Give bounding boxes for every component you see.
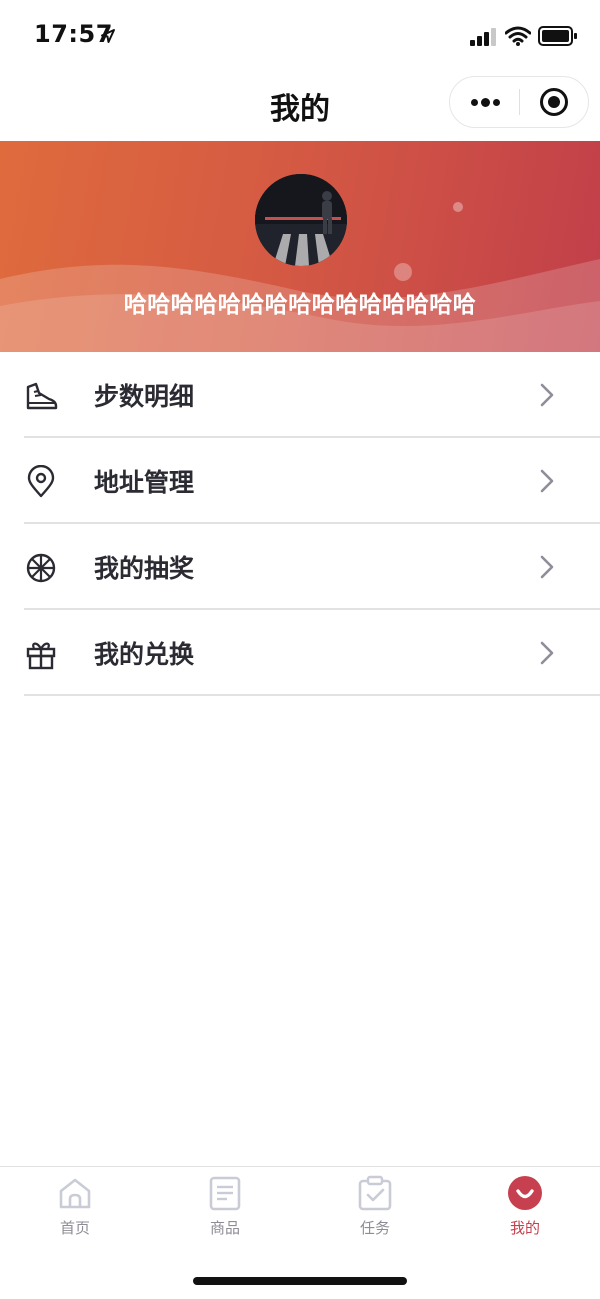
wifi-icon xyxy=(505,26,531,46)
menu-item-step-details[interactable]: 步数明细 xyxy=(24,352,600,438)
location-arrow-icon xyxy=(101,29,115,43)
chevron-right-icon xyxy=(540,469,554,493)
navigation-bar: 我的 xyxy=(0,72,600,140)
profile-page: 17:57 我的 哈哈哈哈哈哈哈哈哈哈哈哈哈哈哈 步数明细 地址管理 我的抽奖 … xyxy=(0,0,600,1299)
close-mini-program-button[interactable] xyxy=(520,77,588,127)
status-bar: 17:57 xyxy=(0,0,600,72)
menu-item-address-management[interactable]: 地址管理 xyxy=(24,438,600,524)
profile-menu: 步数明细 地址管理 我的抽奖 我的兑换 xyxy=(0,352,600,696)
tab-home[interactable]: 首页 xyxy=(0,1167,150,1257)
profile-banner: 哈哈哈哈哈哈哈哈哈哈哈哈哈哈哈 xyxy=(0,141,600,352)
home-indicator[interactable] xyxy=(193,1277,407,1285)
chevron-right-icon xyxy=(540,383,554,407)
avatar[interactable] xyxy=(255,174,347,266)
tab-label: 我的 xyxy=(509,1219,540,1237)
target-dot-icon xyxy=(548,96,560,108)
clipboard-check-icon xyxy=(358,1175,392,1211)
tab-label: 首页 xyxy=(59,1219,90,1237)
menu-item-my-lottery[interactable]: 我的抽奖 xyxy=(24,524,600,610)
tab-label: 商品 xyxy=(209,1219,240,1237)
cellular-signal-icon xyxy=(470,28,496,46)
tab-tasks[interactable]: 任务 xyxy=(300,1167,450,1257)
wheel-icon xyxy=(26,553,56,583)
tab-mine[interactable]: 我的 xyxy=(450,1167,600,1257)
user-nickname: 哈哈哈哈哈哈哈哈哈哈哈哈哈哈哈 xyxy=(123,292,477,318)
shoe-icon xyxy=(26,382,58,410)
chevron-right-icon xyxy=(540,641,554,665)
tab-products[interactable]: 商品 xyxy=(150,1167,300,1257)
mini-program-capsule xyxy=(449,76,589,128)
more-options-button[interactable] xyxy=(450,77,519,127)
menu-item-my-exchange[interactable]: 我的兑换 xyxy=(24,610,600,696)
home-icon xyxy=(59,1178,91,1209)
more-dot-icon xyxy=(493,99,500,106)
menu-item-label: 我的兑换 xyxy=(94,640,195,669)
document-icon xyxy=(209,1176,241,1211)
location-pin-icon xyxy=(27,465,55,498)
menu-item-label: 地址管理 xyxy=(94,468,195,497)
chevron-right-icon xyxy=(540,555,554,579)
more-dot-icon xyxy=(471,99,478,106)
menu-item-label: 我的抽奖 xyxy=(94,554,195,583)
profile-face-icon xyxy=(508,1176,542,1210)
gift-icon xyxy=(26,642,56,670)
more-dot-icon xyxy=(481,98,490,107)
menu-item-label: 步数明细 xyxy=(94,382,195,411)
tab-label: 任务 xyxy=(359,1219,390,1237)
battery-icon xyxy=(538,26,577,46)
avatar-image xyxy=(255,174,347,266)
